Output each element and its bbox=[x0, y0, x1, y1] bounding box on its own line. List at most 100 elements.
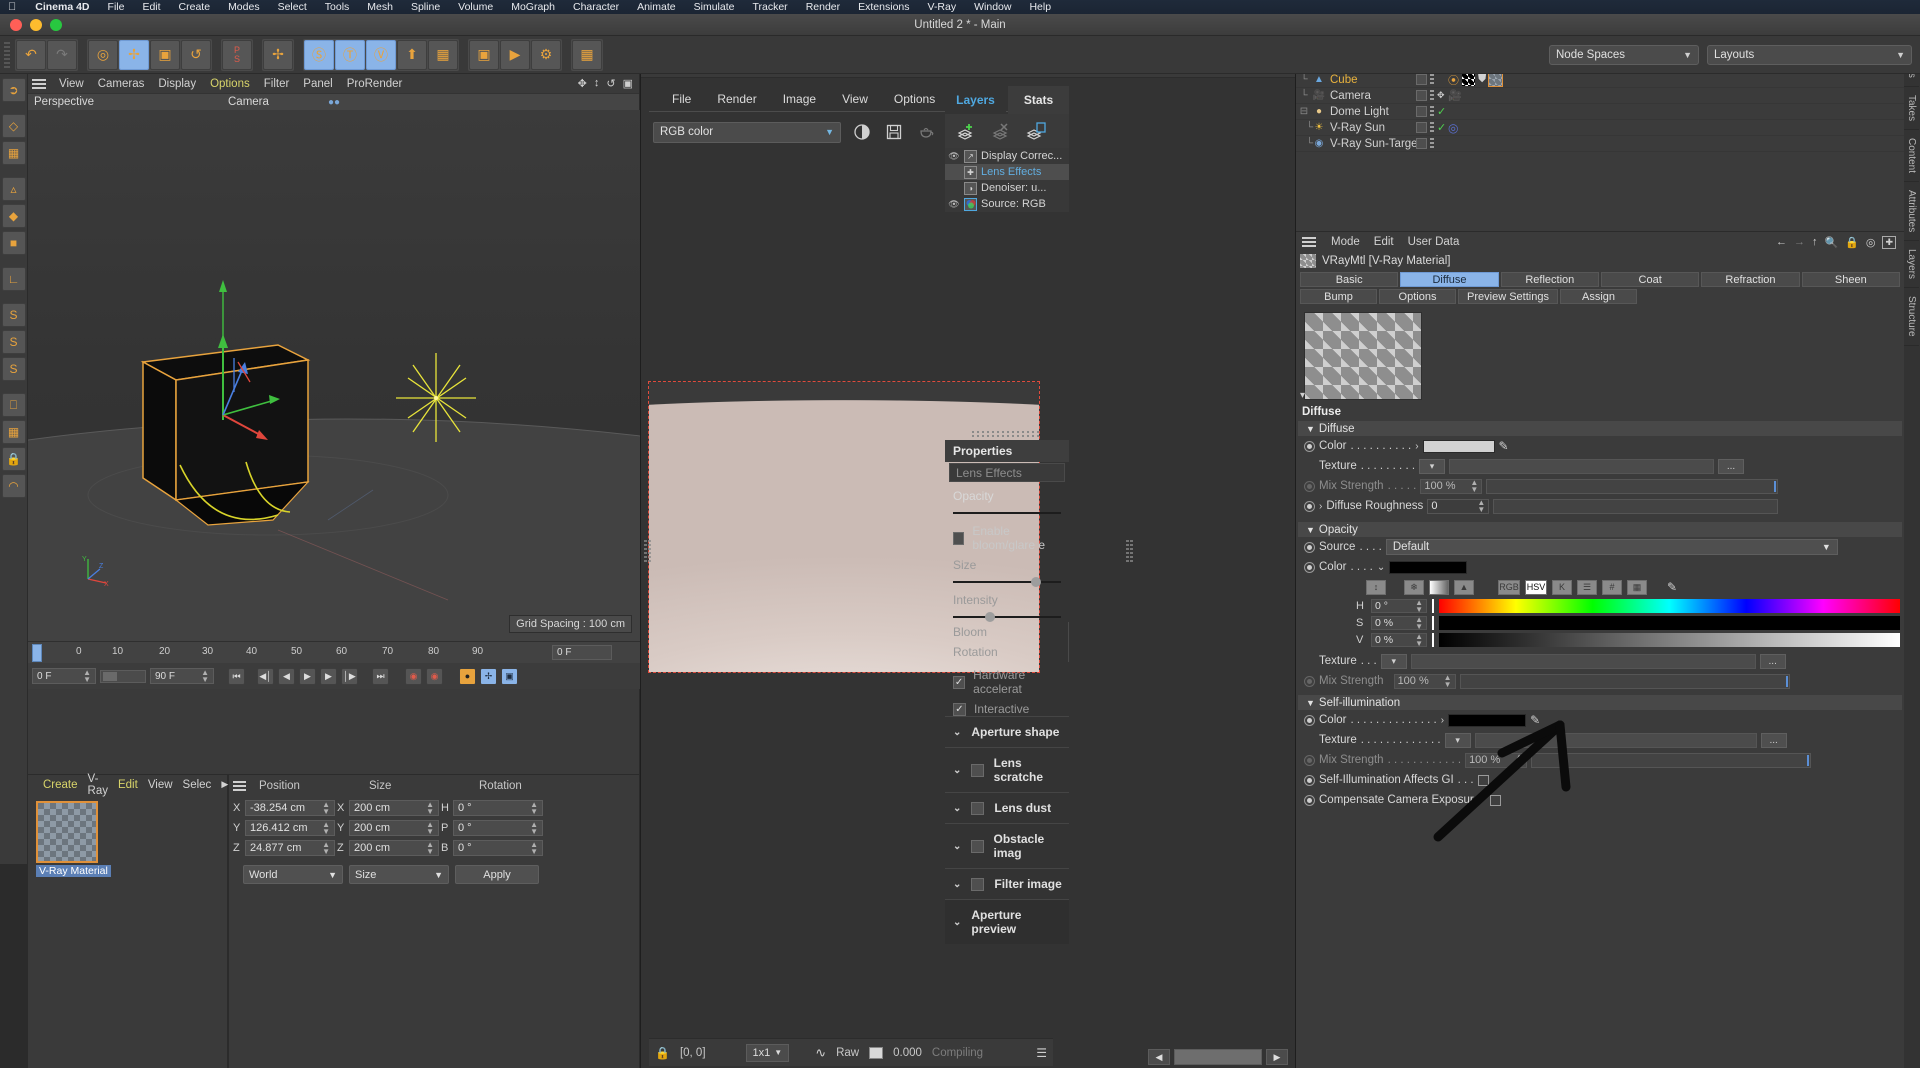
spinner-icon[interactable]: ▲▼ bbox=[1470, 479, 1478, 493]
ps-tool-button[interactable]: PS bbox=[222, 40, 252, 70]
spinner-icon[interactable]: ▲▼ bbox=[322, 801, 330, 815]
dolly-icon[interactable]: ↕ bbox=[594, 77, 600, 90]
rot-h-input[interactable]: 0 °▲▼ bbox=[453, 800, 543, 816]
layout-icon[interactable]: ▣ bbox=[623, 77, 633, 90]
color-space-rgb-button[interactable]: RGB bbox=[1498, 580, 1520, 595]
eyedropper-icon[interactable]: ✎ bbox=[1499, 439, 1509, 453]
camera-tag-icon[interactable]: 🎥 bbox=[1448, 89, 1462, 102]
opacity-source-radio[interactable] bbox=[1304, 542, 1315, 553]
viewport-menu-display[interactable]: Display bbox=[151, 78, 203, 90]
diffuse-roughness-input[interactable]: 0▲▼ bbox=[1427, 499, 1489, 514]
duplicate-layer-icon[interactable] bbox=[1025, 121, 1047, 141]
hue-gradient-bar[interactable] bbox=[1439, 599, 1900, 613]
object-row-dome-light[interactable]: ⊟ ● Dome Light ✓ bbox=[1296, 104, 1904, 120]
chevron-right-icon[interactable]: › bbox=[1415, 441, 1418, 452]
material-preview-swatch[interactable] bbox=[1304, 312, 1422, 400]
viewport-menu-options[interactable]: Options bbox=[203, 78, 257, 90]
axis-x-button[interactable]: Ⓢ bbox=[304, 40, 334, 70]
self-illumination-section-bar[interactable]: ▼ Self-illumination bbox=[1298, 695, 1902, 710]
interactive-checkbox[interactable]: ✓ bbox=[953, 703, 966, 716]
saturation-cursor[interactable] bbox=[1432, 616, 1434, 630]
hue-cursor[interactable] bbox=[1432, 599, 1434, 613]
diffuse-mix-input[interactable]: 100 %▲▼ bbox=[1420, 479, 1482, 494]
eye-icon[interactable]: 👁 bbox=[948, 151, 960, 162]
dock-tab-layers[interactable]: Layers bbox=[1904, 241, 1919, 288]
spinner-icon[interactable]: ▲▼ bbox=[83, 669, 91, 683]
step-forward-button[interactable]: ▶ bbox=[320, 668, 337, 685]
diffuse-color-radio[interactable] bbox=[1304, 441, 1315, 452]
tree-expander[interactable]: ⊟ bbox=[1296, 106, 1312, 117]
menu-render[interactable]: Render bbox=[797, 1, 849, 13]
pager-prev-button[interactable]: ◀ bbox=[1148, 1049, 1170, 1065]
start-frame-field[interactable]: 0 F ▲▼ bbox=[32, 668, 96, 684]
opacity-color-radio[interactable] bbox=[1304, 562, 1315, 573]
vfb-zoom-select[interactable]: 1x1 ▼ bbox=[746, 1044, 790, 1062]
menu-help[interactable]: Help bbox=[1020, 1, 1060, 13]
menu-spline[interactable]: Spline bbox=[402, 1, 449, 13]
tab-refraction[interactable]: Refraction bbox=[1701, 272, 1799, 287]
diffuse-texture-field[interactable] bbox=[1449, 459, 1714, 474]
hex-button[interactable]: # bbox=[1602, 580, 1622, 595]
viewport-hamburger-icon[interactable] bbox=[32, 79, 46, 89]
back-icon[interactable]: ← bbox=[1776, 236, 1787, 248]
saturation-input[interactable]: 0 %▲▼ bbox=[1371, 616, 1427, 630]
world-object-toggle-button[interactable]: ⬆ bbox=[397, 40, 427, 70]
hardware-accel-checkbox[interactable]: ✓ bbox=[953, 676, 965, 689]
compensate-exposure-checkbox[interactable] bbox=[1490, 795, 1501, 806]
undo-button[interactable]: ↶ bbox=[16, 40, 46, 70]
filter-image-section[interactable]: ⌄ Filter image bbox=[945, 868, 1069, 899]
frame-range-slider[interactable] bbox=[100, 670, 146, 683]
layer-row-lens-effects[interactable]: ✚ Lens Effects bbox=[945, 164, 1069, 180]
opacity-texture-field[interactable] bbox=[1411, 654, 1756, 669]
rail-snap-s1-icon[interactable]: S bbox=[2, 303, 26, 327]
diffuse-mix-radio[interactable] bbox=[1304, 481, 1315, 492]
spinner-icon[interactable]: ▲▼ bbox=[1477, 499, 1485, 513]
dock-tab-structure[interactable]: Structure bbox=[1904, 288, 1919, 346]
rotate-tool-button[interactable]: ↺ bbox=[181, 40, 211, 70]
expand-icon[interactable]: ↕ bbox=[1366, 580, 1386, 595]
keyframe-position-button[interactable]: ● bbox=[459, 668, 476, 685]
vfb-channel-select[interactable]: RGB color ▼ bbox=[653, 122, 841, 143]
record-keyframe-button[interactable]: ◉ bbox=[405, 668, 422, 685]
tab-options[interactable]: Options bbox=[1379, 289, 1456, 304]
enable-bloom-glare-row[interactable]: Enable bloom/glare e bbox=[945, 518, 1069, 552]
redo-button[interactable]: ↷ bbox=[47, 40, 77, 70]
pos-z-input[interactable]: 24.877 cm▲▼ bbox=[245, 840, 335, 856]
vfb-menu-image[interactable]: Image bbox=[770, 92, 829, 106]
lens-scratches-section[interactable]: ⌄ Lens scratche bbox=[945, 747, 1069, 792]
rail-magnet-icon[interactable]: ⎕ bbox=[2, 393, 26, 417]
rail-cursor-icon[interactable]: ➲ bbox=[2, 78, 26, 102]
material-menu-select[interactable]: Selec bbox=[178, 779, 217, 791]
obstacle-image-section[interactable]: ⌄ Obstacle imag bbox=[945, 823, 1069, 868]
render-settings-button[interactable]: ⚙ bbox=[531, 40, 561, 70]
enable-bloom-checkbox[interactable] bbox=[953, 532, 964, 545]
obstacle-image-checkbox[interactable] bbox=[971, 840, 983, 853]
visibility-toggle[interactable] bbox=[1416, 90, 1427, 101]
material-menu-view[interactable]: View bbox=[143, 779, 178, 791]
menu-select[interactable]: Select bbox=[269, 1, 316, 13]
tab-assign[interactable]: Assign bbox=[1560, 289, 1637, 304]
viewport-3d-canvas[interactable]: Y Z X Grid Spacing : 100 cm bbox=[28, 110, 640, 641]
viewport-menu-filter[interactable]: Filter bbox=[257, 78, 297, 90]
visibility-toggle[interactable] bbox=[1416, 74, 1427, 85]
add-layer-icon[interactable] bbox=[955, 121, 977, 141]
material-tag-selected[interactable] bbox=[1489, 73, 1502, 86]
rail-workplane-icon[interactable]: ◠ bbox=[2, 474, 26, 498]
menu-edit[interactable]: Edit bbox=[133, 1, 169, 13]
slider-icon[interactable]: ☰ bbox=[1577, 580, 1597, 595]
chevron-down-icon[interactable]: ⌄ bbox=[1377, 562, 1385, 573]
value-gradient-bar[interactable] bbox=[1439, 633, 1900, 647]
teapot-dim-icon[interactable] bbox=[915, 121, 937, 143]
collapse-preview-icon[interactable]: ▾ bbox=[1300, 390, 1305, 401]
keyframe-rotation-button[interactable]: ✢ bbox=[480, 668, 497, 685]
object-row-camera[interactable]: └ 🎥 Camera ✥ 🎥 bbox=[1296, 88, 1904, 104]
object-row-vray-sun-target[interactable]: └ ◉ V-Ray Sun-Target bbox=[1296, 136, 1904, 152]
spinner-icon[interactable]: ▲▼ bbox=[426, 841, 434, 855]
opacity-slider[interactable] bbox=[953, 508, 1061, 518]
interactive-row[interactable]: ✓ Interactive bbox=[945, 696, 1069, 716]
curve-icon[interactable]: ∿ bbox=[815, 1045, 826, 1061]
pos-y-input[interactable]: 126.412 cm▲▼ bbox=[245, 820, 335, 836]
eyedropper-icon[interactable]: ✎ bbox=[1530, 713, 1540, 727]
search-icon[interactable]: 🔍 bbox=[1824, 236, 1838, 249]
viewport-menu-panel[interactable]: Panel bbox=[296, 78, 339, 90]
